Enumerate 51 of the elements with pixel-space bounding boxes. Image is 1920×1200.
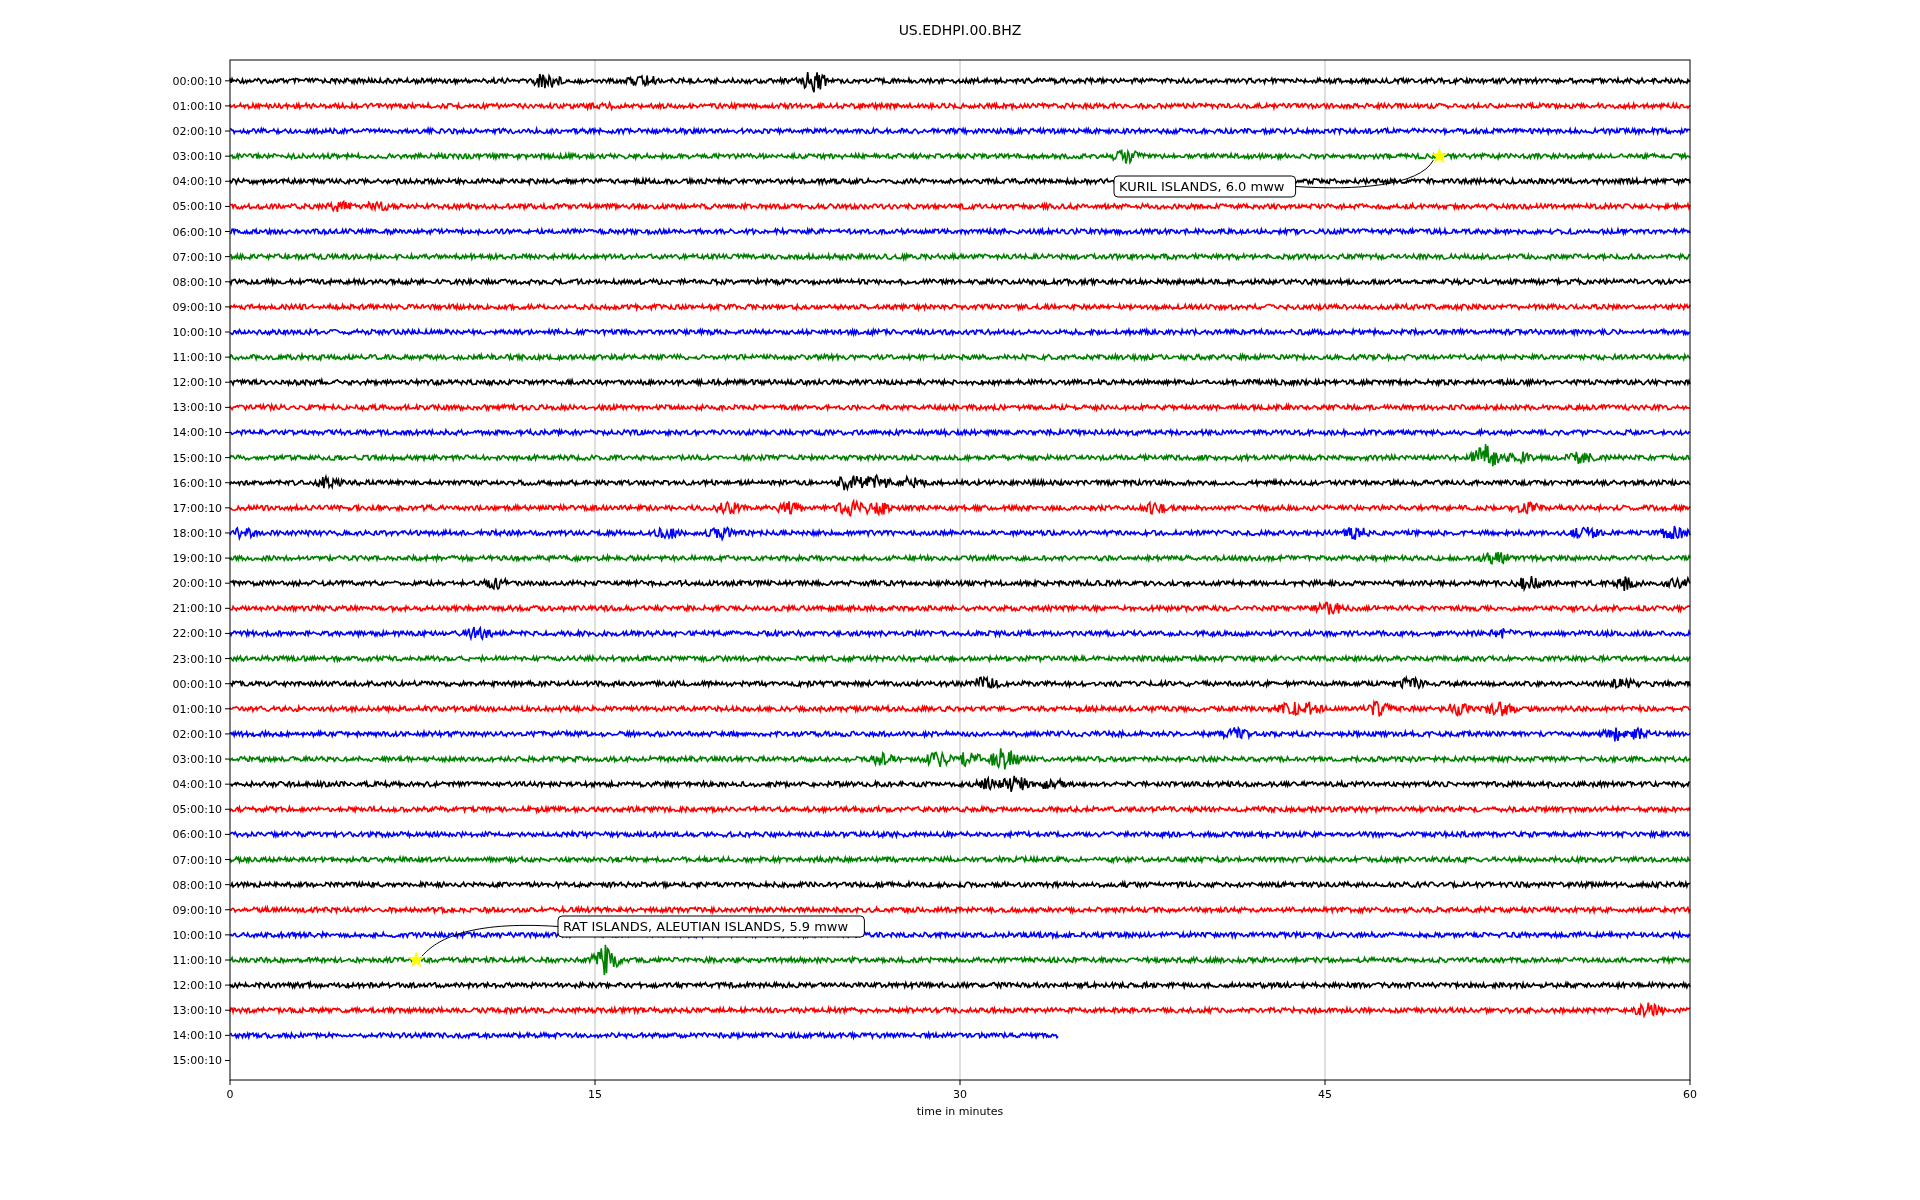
axis-label: 00:00:10 xyxy=(172,74,222,88)
axis-label: 04:00:10 xyxy=(172,175,222,189)
axis-label: 02:00:10 xyxy=(172,125,222,139)
axis-label: 13:00:10 xyxy=(172,1004,222,1018)
axis-label: 07:00:10 xyxy=(172,853,222,867)
axis-label: 10:00:10 xyxy=(172,326,222,339)
axis-label: 12:00:10 xyxy=(172,979,222,993)
axis-label: 05:00:10 xyxy=(172,803,222,817)
axis-label: 15:00:10 xyxy=(172,451,222,465)
annotation-label: KURIL ISLANDS, 6.0 mww xyxy=(1113,175,1297,198)
axis-label: 03:00:10 xyxy=(172,753,222,767)
annotation-label: RAT ISLANDS, ALEUTIAN ISLANDS, 5.9 mww xyxy=(557,915,865,938)
axis-label: 02:00:10 xyxy=(172,727,222,741)
axis-label: 08:00:10 xyxy=(172,275,222,289)
axis-label: 01:00:10 xyxy=(172,99,222,113)
axis-label: 19:00:10 xyxy=(172,552,222,566)
axis-label: 22:00:10 xyxy=(172,627,222,641)
axis-label: 30 xyxy=(953,1088,967,1101)
axis-label: 23:00:10 xyxy=(172,652,222,666)
axis-label: 11:00:10 xyxy=(172,954,222,967)
axis-label: 06:00:10 xyxy=(172,828,222,842)
axis-label: 45 xyxy=(1318,1088,1332,1101)
axis-label: 0 xyxy=(226,1088,234,1101)
axis-label: 09:00:10 xyxy=(172,903,222,917)
star-icon xyxy=(1430,147,1448,164)
axis-label: 14:00:10 xyxy=(172,426,222,440)
axis-label: 07:00:10 xyxy=(172,250,222,264)
axis-label: 03:00:10 xyxy=(172,150,222,164)
axis-label: 04:00:10 xyxy=(172,778,222,792)
axis-label: 17:00:10 xyxy=(172,501,222,515)
axis-label: 01:00:10 xyxy=(172,702,222,716)
axis-label: 05:00:10 xyxy=(172,200,222,214)
axis-label: 10:00:10 xyxy=(172,928,222,942)
axis-label: 15:00:10 xyxy=(172,1054,222,1068)
axis-label: 14:00:10 xyxy=(172,1029,222,1043)
axis-label: 60 xyxy=(1683,1088,1697,1101)
axis-label: 20:00:10 xyxy=(172,577,222,591)
axis-label: 06:00:10 xyxy=(172,225,222,239)
axis-label: 12:00:10 xyxy=(172,376,222,390)
star-icon xyxy=(407,951,425,968)
axis-label: 13:00:10 xyxy=(172,401,222,415)
axis-label: 16:00:10 xyxy=(172,476,222,490)
axis-label: 11:00:10 xyxy=(172,351,222,365)
axis-label: 18:00:10 xyxy=(172,526,222,540)
axis-label: 09:00:10 xyxy=(172,300,222,314)
plot-title: US.EDHPI.00.BHZ xyxy=(898,22,1022,38)
axis-label: 15 xyxy=(588,1088,602,1101)
axis-title: time in minutes xyxy=(916,1105,1004,1118)
axis-label: 21:00:10 xyxy=(172,602,222,616)
axis-label: 00:00:10 xyxy=(172,677,222,691)
axis-label: 08:00:10 xyxy=(172,878,222,892)
